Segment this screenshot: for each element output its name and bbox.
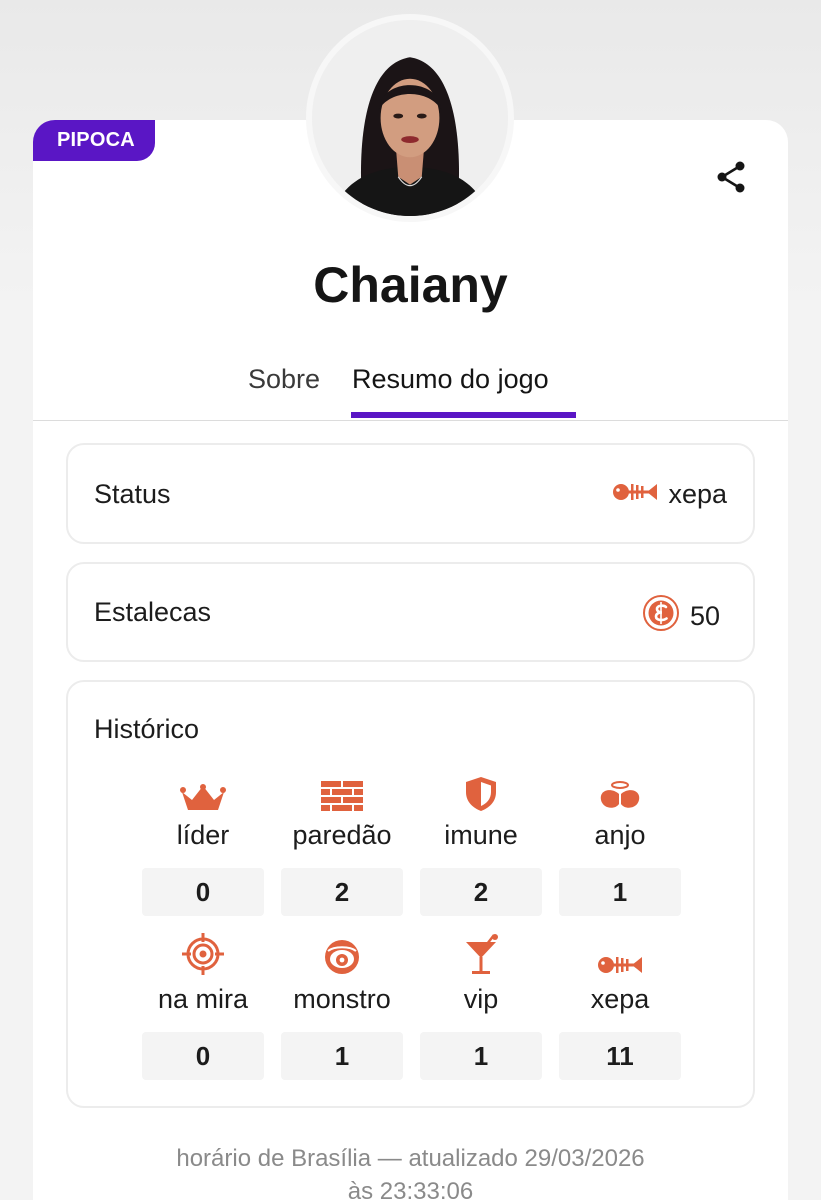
status-label: Status: [94, 479, 171, 509]
stat-label: imune: [444, 820, 518, 850]
stat-lider: líder 0: [142, 772, 264, 916]
stat-label: monstro: [293, 984, 391, 1014]
historico-panel: Histórico líder 0 paredão 2 imune 2 anjo…: [66, 680, 755, 1108]
estaleca-coin-icon: [642, 594, 680, 639]
stat-count: 1: [420, 1032, 542, 1080]
estalecas-label: Estalecas: [94, 597, 212, 627]
stat-count: 2: [281, 868, 403, 916]
avatar: [306, 14, 514, 222]
stat-label: vip: [463, 984, 499, 1014]
crown-icon: [142, 772, 264, 812]
estalecas-value: 50: [642, 594, 720, 639]
participant-name: Chaiany: [313, 257, 508, 313]
update-timestamp: horário de Brasília — atualizado 29/03/2…: [0, 1142, 821, 1200]
stat-count: 1: [281, 1032, 403, 1080]
tab-resumo-do-jogo[interactable]: Resumo do jogo: [352, 364, 549, 395]
stat-count: 1: [559, 868, 681, 916]
tab-sobre[interactable]: Sobre: [248, 364, 320, 395]
stat-label: anjo: [594, 820, 646, 850]
monster-eye-icon: [281, 936, 403, 976]
status-panel: Status xepa: [66, 443, 755, 544]
stat-label: paredão: [292, 820, 392, 850]
stat-paredao: paredão 2: [281, 772, 403, 916]
stat-label: na mira: [157, 984, 249, 1014]
fish-bone-icon: [559, 936, 681, 976]
timestamp-line-1: horário de Brasília — atualizado 29/03/2…: [176, 1145, 645, 1172]
historico-title: Histórico: [94, 714, 200, 744]
stat-count: 2: [420, 868, 542, 916]
status-value: xepa: [612, 479, 727, 510]
status-text: xepa: [668, 479, 727, 509]
target-icon: [142, 933, 264, 976]
estalecas-panel: Estalecas 50: [66, 562, 755, 662]
stat-count: 0: [142, 1032, 264, 1080]
stat-monstro: monstro 1: [281, 936, 403, 1080]
stat-vip: vip 1: [420, 934, 542, 1080]
stat-label: xepa: [590, 984, 650, 1014]
stat-label: líder: [176, 820, 230, 850]
fish-bone-icon: [612, 479, 658, 510]
stat-xepa: xepa 11: [559, 936, 681, 1080]
divider: [33, 420, 788, 421]
category-badge: PIPOCA: [33, 120, 155, 161]
estalecas-count: 50: [689, 601, 720, 631]
active-tab-indicator: [351, 412, 576, 418]
stat-anjo: anjo 1: [559, 772, 681, 916]
brick-wall-icon: [281, 772, 403, 812]
share-icon[interactable]: [712, 158, 750, 196]
shield-icon: [420, 772, 542, 812]
stat-count: 0: [142, 868, 264, 916]
tab-bar: Sobre Resumo do jogo: [0, 360, 821, 422]
stat-imune: imune 2: [420, 772, 542, 916]
angel-wings-icon: [559, 772, 681, 812]
cocktail-icon: [420, 934, 542, 976]
stat-na-mira: na mira 0: [142, 933, 264, 1080]
timestamp-line-2: às 23:33:06: [347, 1178, 474, 1200]
stat-count: 11: [559, 1032, 681, 1080]
